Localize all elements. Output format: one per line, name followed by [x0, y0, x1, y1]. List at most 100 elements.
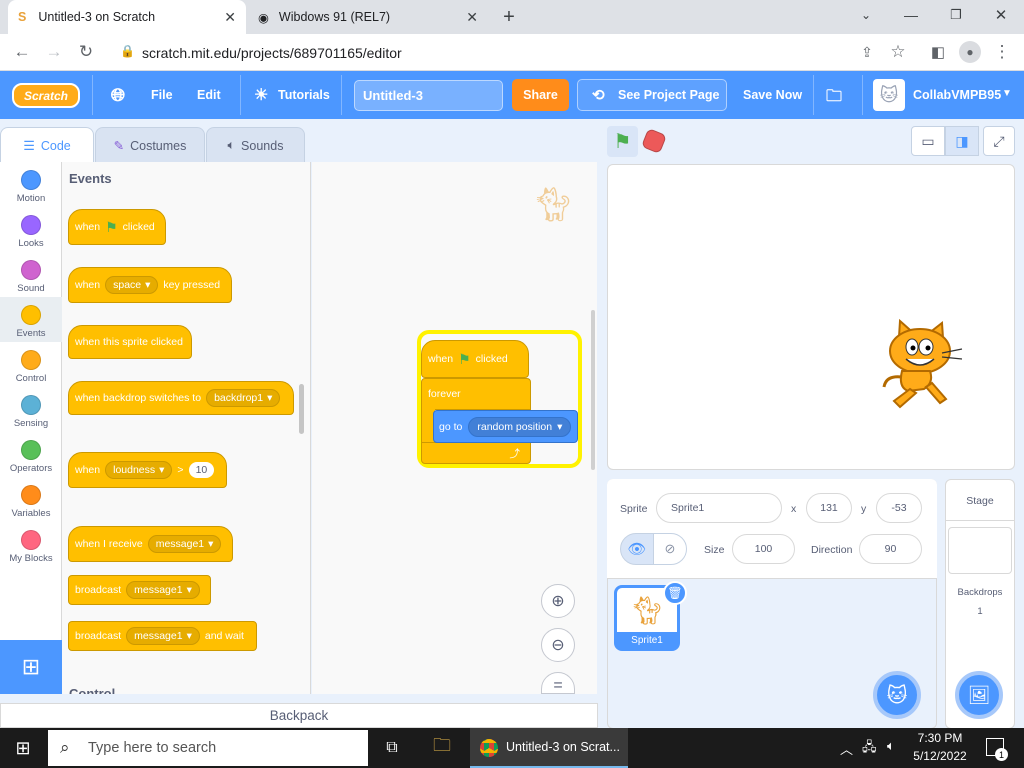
back-icon[interactable]: ←: [10, 40, 34, 64]
clock-date[interactable]: 5/12/2022: [910, 749, 970, 763]
y-input[interactable]: -53: [876, 493, 922, 523]
profile-icon[interactable]: ●: [959, 41, 981, 63]
stage-thumbnail[interactable]: [948, 527, 1012, 574]
add-sprite-button[interactable]: 🐱︎: [873, 671, 921, 719]
size-input[interactable]: 100: [732, 534, 795, 564]
small-stage-icon[interactable]: ▭: [911, 126, 945, 156]
volume-icon[interactable]: 🔈︎: [887, 738, 895, 754]
sensor-dropdown[interactable]: loudness ▾: [105, 461, 173, 479]
tab-sounds[interactable]: 🔈︎ Sounds: [206, 127, 305, 163]
bookmark-star-icon[interactable]: ☆: [887, 41, 909, 63]
block-text: key pressed: [163, 279, 221, 291]
script-when-flag-clicked[interactable]: when ⚑ clicked: [421, 340, 529, 378]
file-menu[interactable]: File: [151, 88, 173, 102]
when-backdrop-switches-block[interactable]: when backdrop switches to backdrop1 ▾: [68, 381, 294, 415]
user-avatar[interactable]: 🐱︎: [873, 79, 905, 111]
delete-sprite-trash-icon[interactable]: 🗑︎: [663, 581, 687, 605]
share-button[interactable]: Share: [512, 79, 569, 111]
add-backdrop-button[interactable]: 🖼︎: [955, 671, 1003, 719]
network-icon[interactable]: 🖧︎: [862, 738, 877, 760]
when-i-receive-block[interactable]: when I receive message1 ▾: [68, 526, 233, 562]
taskbar-chrome-app[interactable]: Untitled-3 on Scrat...: [470, 728, 628, 768]
category-looks[interactable]: Looks: [0, 207, 62, 252]
backpack-header[interactable]: Backpack: [0, 703, 598, 728]
zoom-out-button[interactable]: ⊖: [541, 628, 575, 662]
message-dropdown[interactable]: message1 ▾: [147, 535, 222, 553]
direction-input[interactable]: 90: [859, 534, 922, 564]
category-operators[interactable]: Operators: [0, 432, 62, 477]
x-input[interactable]: 131: [806, 493, 852, 523]
tutorials-button[interactable]: Tutorials: [278, 88, 330, 102]
browser-tab[interactable]: ◉ Wibdows 91 (REL7) ✕: [248, 0, 488, 34]
show-sprite-eye-icon[interactable]: 👁︎: [620, 533, 654, 565]
broadcast-and-wait-block[interactable]: broadcast message1 ▾ and wait: [68, 621, 257, 651]
message-dropdown[interactable]: message1 ▾: [126, 627, 200, 645]
when-flag-clicked-block[interactable]: when ⚑ clicked: [68, 209, 166, 245]
edit-menu[interactable]: Edit: [197, 88, 221, 102]
minimize-window-button[interactable]: —: [898, 5, 924, 25]
zoom-in-button[interactable]: ⊕: [541, 584, 575, 618]
broadcast-block[interactable]: broadcast message1 ▾: [68, 575, 211, 605]
windows-start-icon[interactable]: ⊞: [0, 728, 46, 768]
caret-down-icon: ▾: [267, 392, 273, 404]
sprite-name-input[interactable]: Sprite1: [656, 493, 782, 523]
workspace-scrollbar[interactable]: [591, 310, 595, 470]
language-globe-icon[interactable]: 🌐︎: [100, 84, 136, 106]
close-window-button[interactable]: ✕: [988, 5, 1014, 25]
category-sensing[interactable]: Sensing: [0, 387, 62, 432]
more-menu-icon[interactable]: ⋮: [991, 41, 1013, 63]
category-events[interactable]: Events: [0, 297, 62, 342]
threshold-input[interactable]: 10: [188, 462, 215, 478]
side-panel-icon[interactable]: ◧: [927, 41, 949, 63]
my-stuff-folder-icon[interactable]: 🗀︎: [826, 85, 842, 112]
project-title-input[interactable]: Untitled-3: [354, 80, 503, 111]
chevron-up-icon[interactable]: ︿: [840, 739, 853, 758]
search-icon: ⌕: [60, 738, 70, 757]
new-tab-button[interactable]: +: [496, 5, 522, 29]
share-page-icon[interactable]: ⇪: [856, 41, 878, 63]
when-sprite-clicked-block[interactable]: when this sprite clicked: [68, 325, 192, 359]
message-dropdown[interactable]: message1 ▾: [126, 581, 200, 599]
script-go-to-block[interactable]: go to random position ▾: [433, 410, 578, 443]
stop-button[interactable]: [640, 127, 668, 155]
block-text: go to: [439, 420, 463, 433]
file-explorer-icon[interactable]: 🗀︎: [424, 728, 460, 768]
close-tab-icon[interactable]: ✕: [466, 9, 478, 26]
clock-time[interactable]: 7:30 PM: [915, 731, 965, 745]
stage-canvas[interactable]: [607, 164, 1015, 470]
task-view-icon[interactable]: ⧉: [374, 728, 410, 768]
category-control[interactable]: Control: [0, 342, 62, 387]
tab-code[interactable]: ☰ Code: [0, 127, 94, 164]
see-project-page-button[interactable]: ⟲ See Project Page: [577, 79, 727, 111]
fullscreen-icon[interactable]: ⤢: [983, 126, 1015, 156]
backdrop-dropdown[interactable]: backdrop1 ▾: [206, 389, 281, 407]
tab-costumes[interactable]: ✎ Costumes: [95, 127, 205, 163]
key-dropdown[interactable]: space ▾: [105, 276, 159, 294]
restore-window-button[interactable]: ❐: [943, 5, 969, 25]
add-extension-button[interactable]: ⊞: [0, 640, 62, 694]
palette-scrollbar[interactable]: [299, 384, 304, 434]
tab-search-icon[interactable]: ⌄: [853, 5, 879, 25]
taskbar-search-box[interactable]: ⌕ Type here to search: [48, 730, 368, 766]
reload-icon[interactable]: ↻: [74, 40, 98, 64]
forward-icon[interactable]: →: [42, 40, 66, 64]
large-stage-icon[interactable]: ◨: [945, 126, 979, 156]
save-now-button[interactable]: Save Now: [743, 88, 802, 102]
green-flag-button[interactable]: ⚑: [607, 126, 638, 157]
scratch-logo[interactable]: Scratch: [12, 83, 80, 108]
category-my-blocks[interactable]: My Blocks: [0, 522, 62, 567]
script-forever-block[interactable]: forever: [421, 378, 531, 410]
category-label: My Blocks: [9, 553, 53, 564]
hide-sprite-eye-icon[interactable]: ⊘: [653, 533, 687, 565]
category-motion[interactable]: Motion: [0, 162, 62, 207]
cat-sprite[interactable]: [880, 317, 970, 411]
category-label: Control: [15, 373, 47, 384]
category-variables[interactable]: Variables: [0, 477, 62, 522]
when-key-pressed-block[interactable]: when space ▾ key pressed: [68, 267, 232, 303]
when-loudness-block[interactable]: when loudness ▾ > 10: [68, 452, 227, 488]
close-tab-icon[interactable]: ✕: [224, 9, 236, 26]
username-menu[interactable]: CollabVMPB95: [913, 88, 1001, 102]
position-dropdown[interactable]: random position ▾: [468, 416, 572, 437]
category-sound[interactable]: Sound: [0, 252, 62, 297]
browser-tab-active[interactable]: S Untitled-3 on Scratch ✕: [8, 0, 246, 34]
